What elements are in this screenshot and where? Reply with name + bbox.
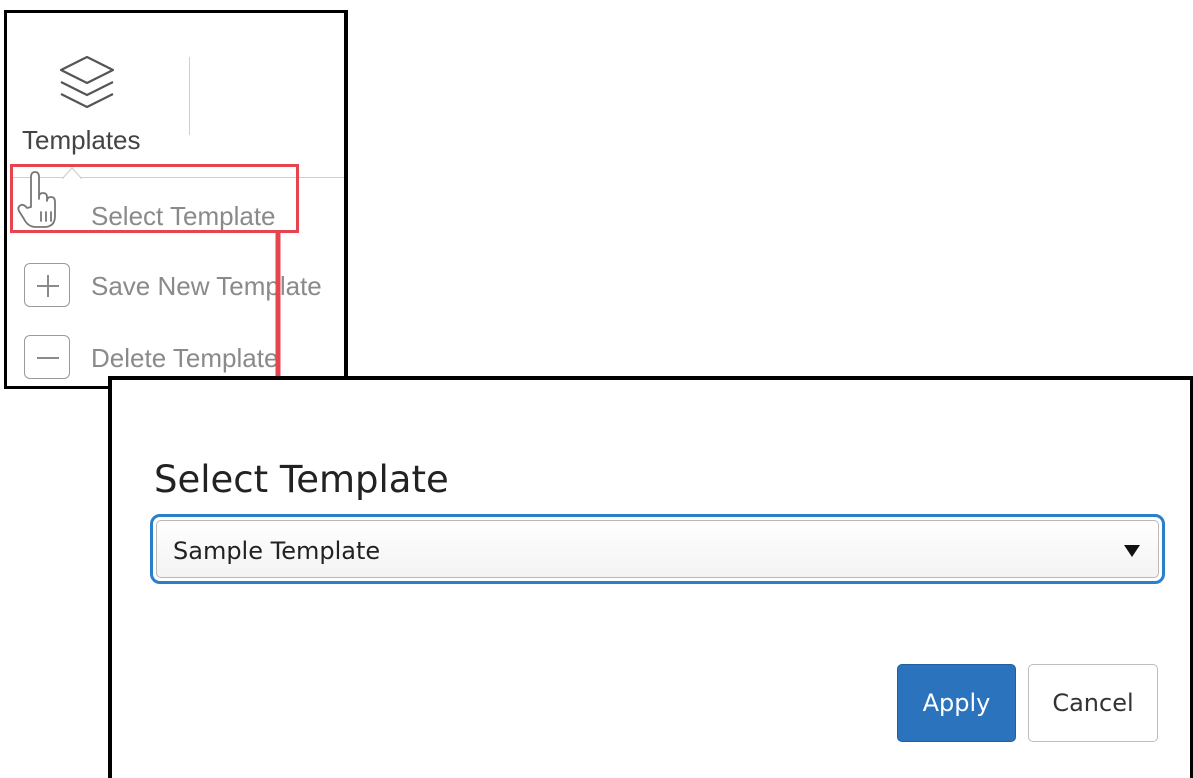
toolbar-divider xyxy=(189,57,190,135)
apply-button[interactable]: Apply xyxy=(897,664,1016,742)
templates-toolbar-button[interactable]: Templates xyxy=(7,13,177,178)
layers-icon xyxy=(59,55,115,109)
hand-pointer-icon xyxy=(17,171,56,228)
cancel-button[interactable]: Cancel xyxy=(1028,664,1158,742)
select-template-dialog: Select Template Sample Template Apply Ca… xyxy=(108,376,1193,778)
menu-item-save-new-template[interactable]: Save New Template xyxy=(21,256,341,316)
templates-label: Templates xyxy=(22,125,141,155)
plus-icon xyxy=(24,263,70,307)
template-select[interactable]: Sample Template xyxy=(150,514,1165,584)
minus-icon xyxy=(24,335,70,379)
menu-item-label: Delete Template xyxy=(91,343,279,373)
dialog-title: Select Template xyxy=(154,458,449,501)
caret-down-icon xyxy=(1124,545,1140,557)
template-select-value: Sample Template xyxy=(173,537,381,565)
template-select-box[interactable]: Sample Template xyxy=(156,520,1159,578)
